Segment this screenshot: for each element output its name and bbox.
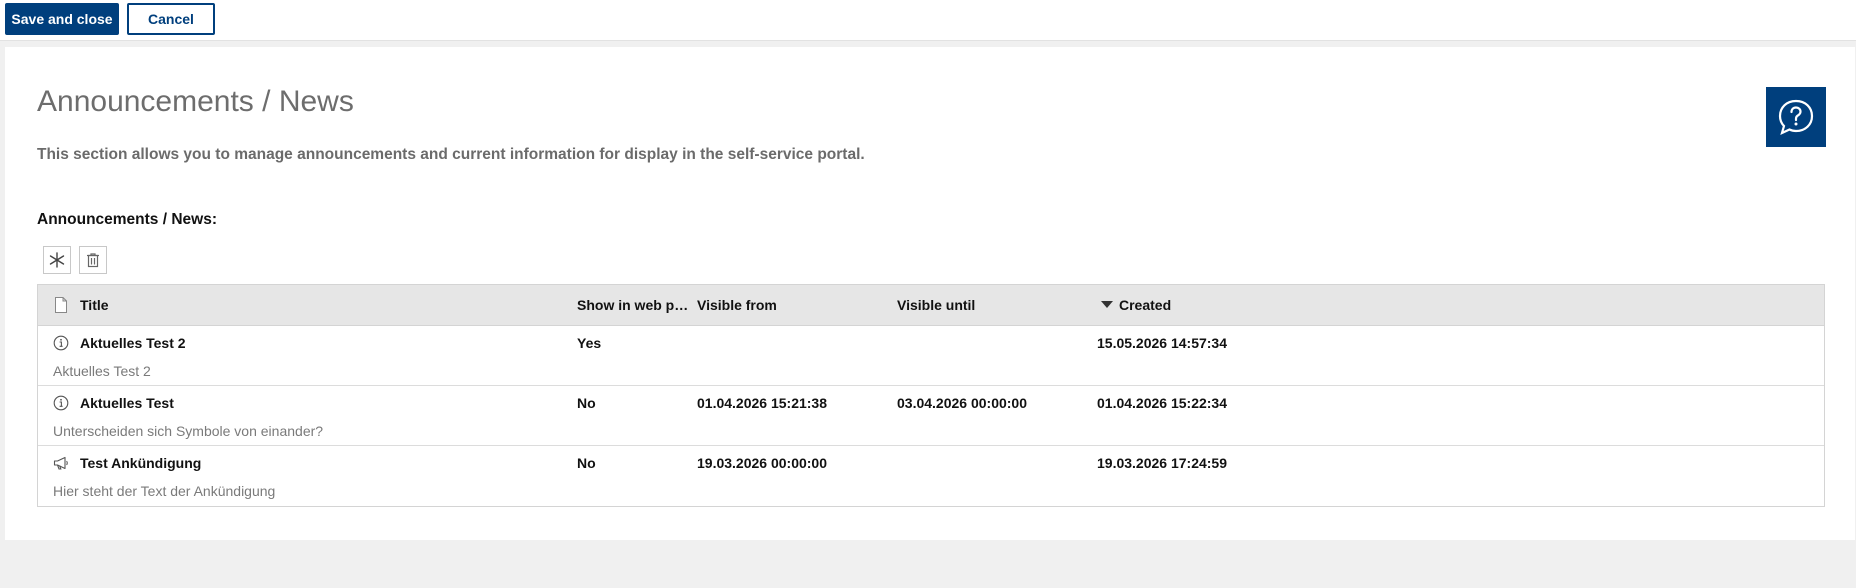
info-icon: [53, 395, 69, 411]
row-title: Aktuelles Test 2: [80, 335, 186, 351]
row-show-in-web-portal: No: [577, 395, 596, 411]
row-title: Test Ankündigung: [80, 455, 202, 471]
column-show-in-web-portal[interactable]: Show in web portal: [577, 285, 694, 325]
row-text: Unterscheiden sich Symbole von einander?: [53, 423, 324, 439]
column-title[interactable]: Title: [80, 285, 109, 325]
column-visible-until[interactable]: Visible until: [897, 285, 975, 325]
row-created: 19.03.2026 17:24:59: [1097, 455, 1227, 471]
table-row[interactable]: Test Ankündigung No 19.03.2026 00:00:00 …: [38, 445, 1824, 505]
row-show-in-web-portal: No: [577, 455, 596, 471]
save-and-close-button[interactable]: Save and close: [5, 3, 119, 35]
row-created: 15.05.2026 14:57:34: [1097, 335, 1227, 351]
page-title: Announcements / News: [37, 85, 354, 118]
page-description: This section allows you to manage announ…: [37, 146, 865, 163]
section-label: Announcements / News:: [37, 211, 217, 228]
new-entry-button[interactable]: [43, 246, 71, 274]
info-icon: [53, 335, 69, 351]
table-row[interactable]: Aktuelles Test No 01.04.2026 15:21:38 03…: [38, 385, 1824, 446]
megaphone-icon: [53, 456, 68, 470]
column-visible-from[interactable]: Visible from: [697, 285, 777, 325]
table-row[interactable]: Aktuelles Test 2 Yes 15.05.2026 14:57:34…: [38, 325, 1824, 386]
question-speech-bubble-icon: [1778, 99, 1814, 136]
asterisk-icon: [49, 252, 65, 268]
table-header: Title Show in web portal Visible from Vi…: [38, 285, 1824, 326]
row-created: 01.04.2026 15:22:34: [1097, 395, 1227, 411]
trash-icon: [87, 253, 99, 268]
content-panel: Announcements / News This section allows…: [5, 47, 1855, 540]
row-text: Hier steht der Text der Ankündigung: [53, 483, 276, 499]
row-visible-from: 19.03.2026 00:00:00: [697, 455, 827, 471]
document-icon: [55, 297, 67, 313]
cancel-button[interactable]: Cancel: [127, 3, 215, 35]
row-show-in-web-portal: Yes: [577, 335, 602, 351]
help-button[interactable]: [1766, 87, 1826, 147]
announcements-table: Title Show in web portal Visible from Vi…: [37, 284, 1825, 507]
row-visible-from: 01.04.2026 15:21:38: [697, 395, 827, 411]
sort-descending-icon: [1101, 301, 1113, 308]
delete-entry-button[interactable]: [79, 246, 107, 274]
row-visible-until: 03.04.2026 00:00:00: [897, 395, 1027, 411]
column-created[interactable]: Created: [1119, 285, 1171, 325]
row-text: Aktuelles Test 2: [53, 363, 151, 379]
top-action-bar: Save and close Cancel: [0, 0, 1856, 41]
row-title: Aktuelles Test: [80, 395, 174, 411]
